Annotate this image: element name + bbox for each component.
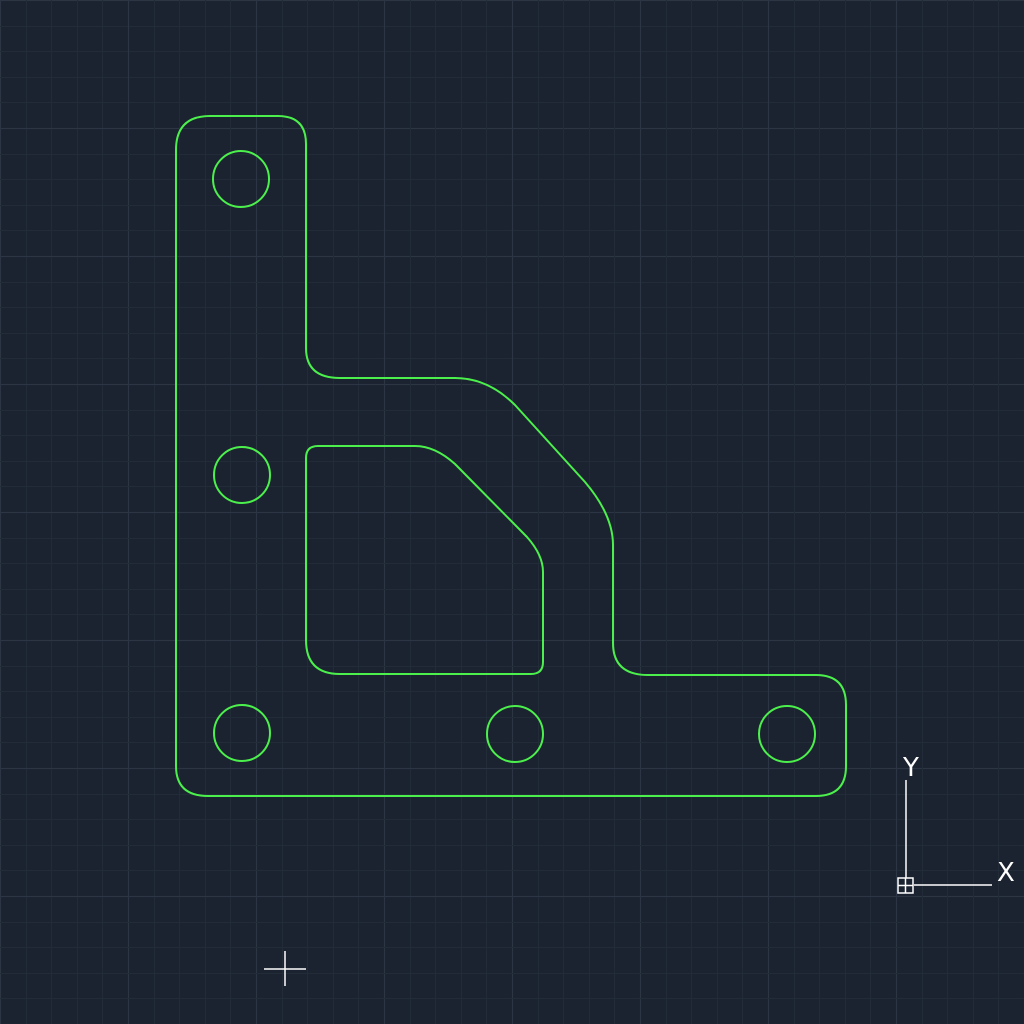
mounting-hole-bottom-right[interactable] xyxy=(758,705,816,763)
crosshair-cursor-icon xyxy=(264,951,306,986)
mounting-hole-bottom-left[interactable] xyxy=(213,704,271,762)
ucs-y-label: Y xyxy=(902,753,919,783)
ucs-x-label: X xyxy=(997,858,1015,888)
bracket-outer-outline[interactable] xyxy=(175,115,847,797)
ucs-icon[interactable]: Y X xyxy=(897,753,1015,894)
mounting-hole-bottom-middle[interactable] xyxy=(486,705,544,763)
bracket-part[interactable] xyxy=(175,115,847,797)
model-space-canvas[interactable]: Y X xyxy=(0,0,1024,1024)
drawing-grid xyxy=(0,0,1024,1024)
drawing-viewport[interactable]: Y X xyxy=(0,0,1024,1024)
mounting-hole-middle-left[interactable] xyxy=(213,446,271,504)
triangular-cutout[interactable] xyxy=(305,445,544,675)
